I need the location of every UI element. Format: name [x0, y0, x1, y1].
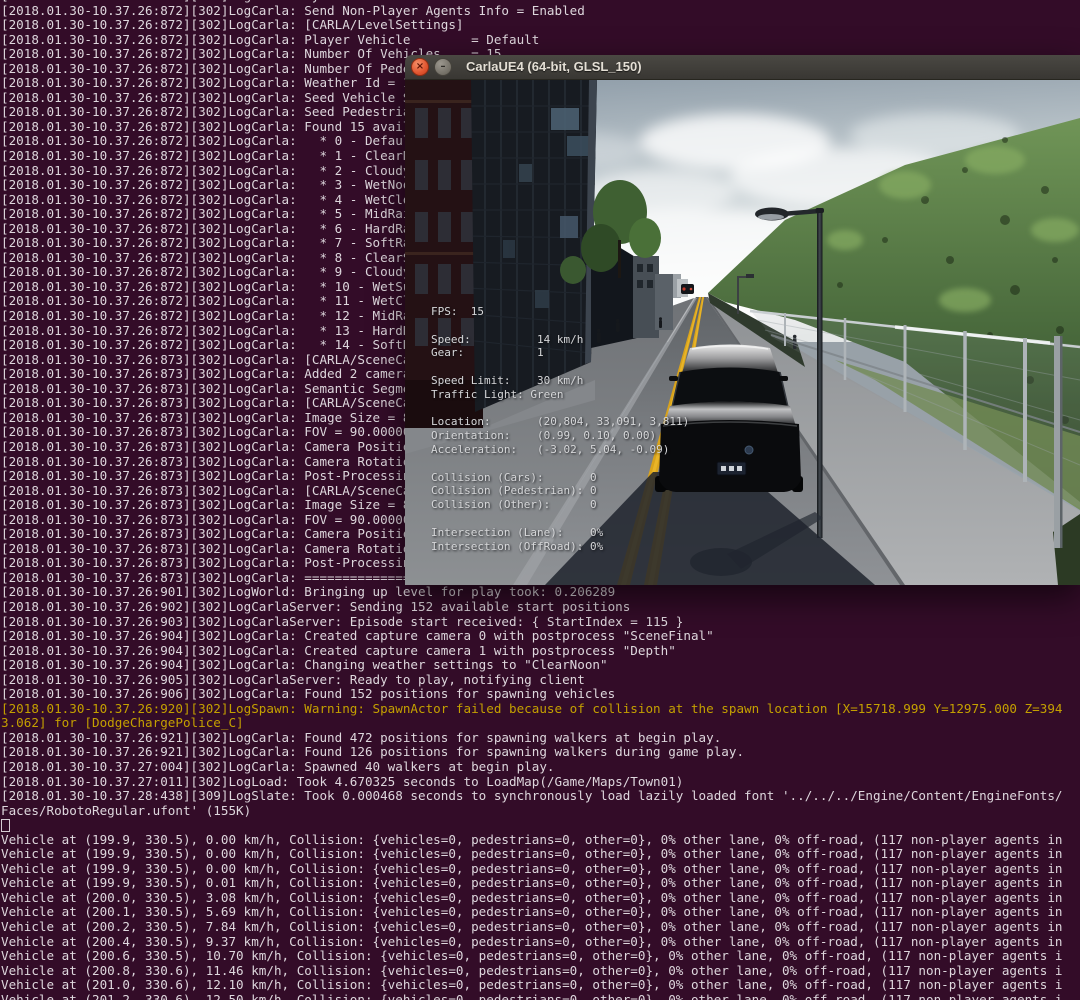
terminal-line: [2018.01.30-10.37.26:872][302]LogCarla: …: [1, 17, 464, 33]
close-icon: ×: [415, 61, 425, 72]
terminal-line: [2018.01.30-10.37.27:011][302]LogLoad: T…: [1, 773, 684, 789]
terminal-line: Vehicle at (200.6, 330.5), 10.70 km/h, C…: [1, 948, 1063, 964]
window-title: CarlaUE4 (64-bit, GLSL_150): [466, 59, 642, 74]
terminal-line: [2018.01.30-10.37.26:904][302]LogCarla: …: [1, 642, 676, 658]
terminal-line: [2018.01.30-10.37.27:004][302]LogCarla: …: [1, 758, 555, 774]
terminal-line: [2018.01.30-10.37.26:904][302]LogCarla: …: [1, 657, 608, 673]
terminal-line: [2018.01.30-10.37.26:902][302]LogCarlaSe…: [1, 598, 631, 614]
carla-window: × – CarlaUE4 (64-bit, GLSL_150) FPS: 15 …: [405, 55, 1080, 585]
terminal-line: Vehicle at (200.0, 330.5), 3.08 km/h, Co…: [1, 889, 1063, 905]
terminal-line: [2018.01.30-10.37.26:921][302]LogCarla: …: [1, 744, 745, 760]
terminal-line: 3.062] for [DodgeChargePolice_C]: [1, 715, 244, 731]
distant-car: [681, 284, 694, 294]
hud-overlay: FPS: 15 Speed: 14 km/h Gear: 1 Speed Lim…: [431, 305, 690, 553]
terminal-line: Vehicle at (200.1, 330.5), 5.69 km/h, Co…: [1, 904, 1063, 920]
desktop-screen: [2018.01.30-10.37.26:872][302]LogCarla: …: [0, 0, 1080, 1000]
terminal-line: [2018.01.30-10.37.26:905][302]LogCarlaSe…: [1, 671, 585, 687]
terminal-line: Vehicle at (199.9, 330.5), 0.00 km/h, Co…: [1, 846, 1063, 862]
minimize-button[interactable]: –: [434, 58, 452, 76]
game-viewport[interactable]: FPS: 15 Speed: 14 km/h Gear: 1 Speed Lim…: [405, 80, 1080, 585]
terminal-line: Vehicle at (201.0, 330.6), 12.10 km/h, C…: [1, 977, 1063, 993]
terminal-line: Vehicle at (200.4, 330.5), 9.37 km/h, Co…: [1, 933, 1063, 949]
carla-window-titlebar[interactable]: × – CarlaUE4 (64-bit, GLSL_150): [405, 55, 1080, 80]
terminal-cursor: [1, 819, 10, 833]
terminal-line: Vehicle at (200.8, 330.6), 11.46 km/h, C…: [1, 962, 1063, 978]
terminal-line: [2018.01.30-10.37.26:906][302]LogCarla: …: [1, 686, 616, 702]
terminal-line: [2018.01.30-10.37.28:438][309]LogSlate: …: [1, 788, 1063, 804]
terminal-line: [2018.01.30-10.37.26:903][302]LogCarlaSe…: [1, 613, 684, 629]
minimize-icon: –: [440, 61, 446, 72]
terminal-line: [2018.01.30-10.37.26:904][302]LogCarla: …: [1, 628, 714, 644]
terminal-line: [2018.01.30-10.37.26:872][302]LogCarla: …: [1, 31, 540, 47]
terminal-line: [2018.01.30-10.37.26:901][302]LogWorld: …: [1, 584, 616, 600]
terminal-line: [2018.01.30-10.37.26:921][302]LogCarla: …: [1, 729, 722, 745]
terminal-line: Vehicle at (199.9, 330.5), 0.00 km/h, Co…: [1, 831, 1063, 847]
terminal-line: Vehicle at (199.9, 330.5), 0.01 km/h, Co…: [1, 875, 1063, 891]
close-button[interactable]: ×: [411, 58, 429, 76]
terminal-line: Vehicle at (201.2, 330.6), 12.50 km/h, C…: [1, 991, 1063, 1000]
terminal-line: Vehicle at (200.2, 330.5), 7.84 km/h, Co…: [1, 919, 1063, 934]
terminal-line: Faces/RobotoRegular.ufont' (155K): [1, 802, 252, 818]
terminal-line: Vehicle at (199.9, 330.5), 0.00 km/h, Co…: [1, 860, 1063, 876]
terminal-line: [2018.01.30-10.37.26:872][302]LogCarla: …: [1, 2, 585, 18]
terminal-line: [2018.01.30-10.37.26:920][302]LogSpawn: …: [1, 700, 1063, 716]
terminal-line: [1, 818, 1080, 833]
